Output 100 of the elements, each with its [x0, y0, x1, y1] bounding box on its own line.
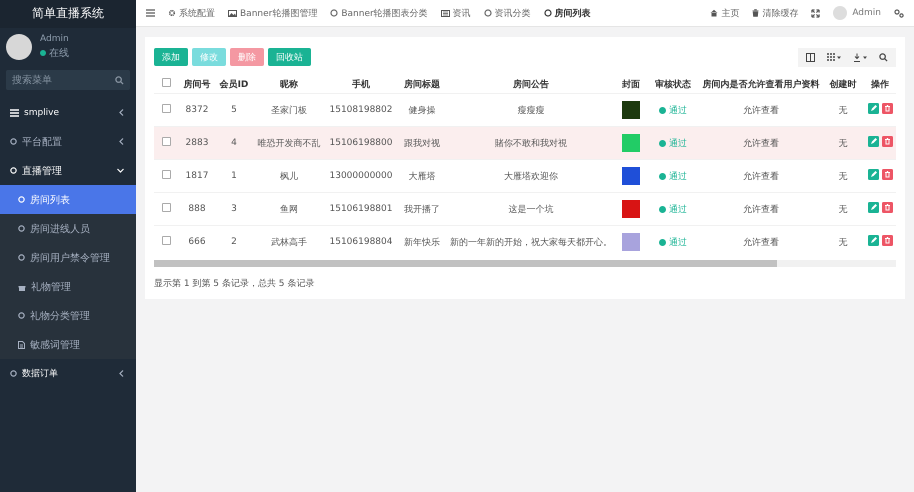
- chevron-down-icon: [117, 168, 124, 173]
- edit-icon[interactable]: [868, 169, 878, 180]
- pagination-info: 显示第 1 到第 5 条记录，总共 5 条记录: [154, 278, 316, 290]
- newspaper-icon: [440, 10, 450, 16]
- table-cell: 武林高手: [252, 226, 326, 258]
- table-cell: 888: [178, 192, 216, 226]
- circle-icon: [10, 370, 17, 377]
- table-cell: 无: [824, 160, 862, 192]
- status-label: 通过: [659, 236, 687, 248]
- table-cell: 1817: [178, 160, 216, 192]
- table-cell: 1: [216, 160, 252, 192]
- search-icon[interactable]: [879, 52, 888, 62]
- table-cell: 15106198804: [326, 226, 396, 258]
- document-icon: [18, 340, 25, 348]
- circle-icon: [544, 9, 552, 17]
- checkbox[interactable]: [162, 78, 170, 87]
- edit-icon[interactable]: [868, 136, 878, 147]
- trash-icon: [752, 9, 760, 17]
- table-cell: 新年快乐: [396, 226, 448, 258]
- horizontal-scrollbar[interactable]: [154, 260, 896, 267]
- header-link[interactable]: 主页: [710, 6, 740, 20]
- menu-item[interactable]: 礼物管理: [0, 272, 136, 301]
- checkbox[interactable]: [162, 236, 170, 245]
- table-cell: 这是一个坑: [448, 192, 614, 226]
- table-cell: 跟我对视: [396, 126, 448, 160]
- table-cell: 15106198800: [326, 126, 396, 160]
- delete-icon[interactable]: [882, 235, 892, 246]
- menu-item[interactable]: 数据订单: [0, 359, 136, 388]
- nav-tab[interactable]: Banner轮播图管理: [228, 6, 318, 20]
- grid-dropdown-icon[interactable]: [827, 52, 841, 62]
- avatar-icon: [6, 34, 32, 60]
- menu-item[interactable]: 房间用户禁令管理: [0, 243, 136, 272]
- table-cell: 新的一年新的开始，祝大家每天都开心。: [448, 226, 614, 258]
- nav-tab[interactable]: 系统配置: [168, 6, 215, 20]
- edit-icon[interactable]: [868, 103, 878, 114]
- search-field[interactable]: 搜索菜单: [6, 70, 130, 90]
- table-cell: 15108198802: [326, 94, 396, 126]
- table-cell: 13000000000: [326, 160, 396, 192]
- table-cell: 圣家门板: [252, 94, 326, 126]
- table-cell: 无: [824, 226, 862, 258]
- table-cell: 3: [216, 192, 252, 226]
- table-cell: 唯恐开发商不乱: [252, 126, 326, 160]
- fullscreen-icon[interactable]: [811, 8, 820, 18]
- table-cell: 鱼网: [252, 192, 326, 226]
- header-link[interactable]: 清除缓存: [752, 6, 798, 20]
- table-cell: 我开播了: [396, 192, 448, 226]
- delete-icon[interactable]: [882, 202, 892, 213]
- menu-icon[interactable]: [146, 9, 155, 17]
- menu-item[interactable]: smplive: [0, 98, 136, 127]
- nav-tab[interactable]: 资讯分类: [484, 6, 531, 20]
- checkbox[interactable]: [162, 104, 170, 113]
- table-cell: 2: [216, 226, 252, 258]
- column-header: 封面: [614, 75, 648, 94]
- table-cell: 允许查看: [698, 94, 824, 126]
- circle-icon: [484, 9, 492, 17]
- menu-item[interactable]: 房间进线人员: [0, 214, 136, 243]
- delete-icon[interactable]: [882, 169, 892, 180]
- table-cell: 4: [216, 126, 252, 160]
- table-cell: 8372: [178, 94, 216, 126]
- column-header: 手机: [326, 75, 396, 94]
- edit-icon[interactable]: [868, 235, 878, 246]
- user-name: Admin: [40, 34, 69, 44]
- column-header: 房间号: [178, 75, 216, 94]
- columns-icon[interactable]: [806, 52, 815, 62]
- column-header: 昵称: [252, 75, 326, 94]
- checkbox[interactable]: [162, 203, 170, 212]
- menu-item[interactable]: 直播管理: [0, 156, 136, 185]
- checkbox[interactable]: [162, 137, 170, 146]
- delete-icon[interactable]: [882, 103, 892, 114]
- checkbox[interactable]: [162, 170, 170, 179]
- menu-item[interactable]: 平台配置: [0, 127, 136, 156]
- chevron-left-icon: [119, 370, 124, 377]
- home-icon: [710, 9, 718, 17]
- gear-icon: [168, 9, 176, 17]
- circle-icon: [10, 167, 17, 174]
- menu-item[interactable]: 房间列表: [0, 185, 136, 214]
- menu-item[interactable]: 敏感词管理: [0, 330, 136, 359]
- nav-tab[interactable]: 资讯: [440, 6, 471, 20]
- edit-icon[interactable]: [868, 202, 878, 213]
- column-header: 审核状态: [648, 75, 698, 94]
- image-icon: [228, 10, 237, 16]
- status-label: 通过: [659, 104, 687, 116]
- table-cell: 无: [824, 126, 862, 160]
- circle-icon: [18, 196, 25, 203]
- export-dropdown-icon[interactable]: [853, 52, 867, 62]
- user-name[interactable]: Admin: [852, 8, 881, 18]
- table-cell: 健身操: [396, 94, 448, 126]
- menu-item[interactable]: 礼物分类管理: [0, 301, 136, 330]
- column-header: 房间内是否允许查看用户资料: [698, 75, 824, 94]
- nav-tab[interactable]: Banner轮播图表分类: [330, 6, 428, 20]
- table-cell: 2883: [178, 126, 216, 160]
- column-header: 操作: [862, 75, 896, 94]
- chevron-left-icon: [119, 138, 124, 145]
- delete-icon[interactable]: [882, 136, 892, 147]
- status-label: 通过: [659, 170, 687, 182]
- nav-tab[interactable]: 房间列表: [544, 6, 591, 20]
- avatar-icon[interactable]: [833, 6, 848, 20]
- table-cell: 无: [824, 192, 862, 226]
- circle-icon: [330, 9, 338, 17]
- settings-icon[interactable]: [894, 8, 904, 18]
